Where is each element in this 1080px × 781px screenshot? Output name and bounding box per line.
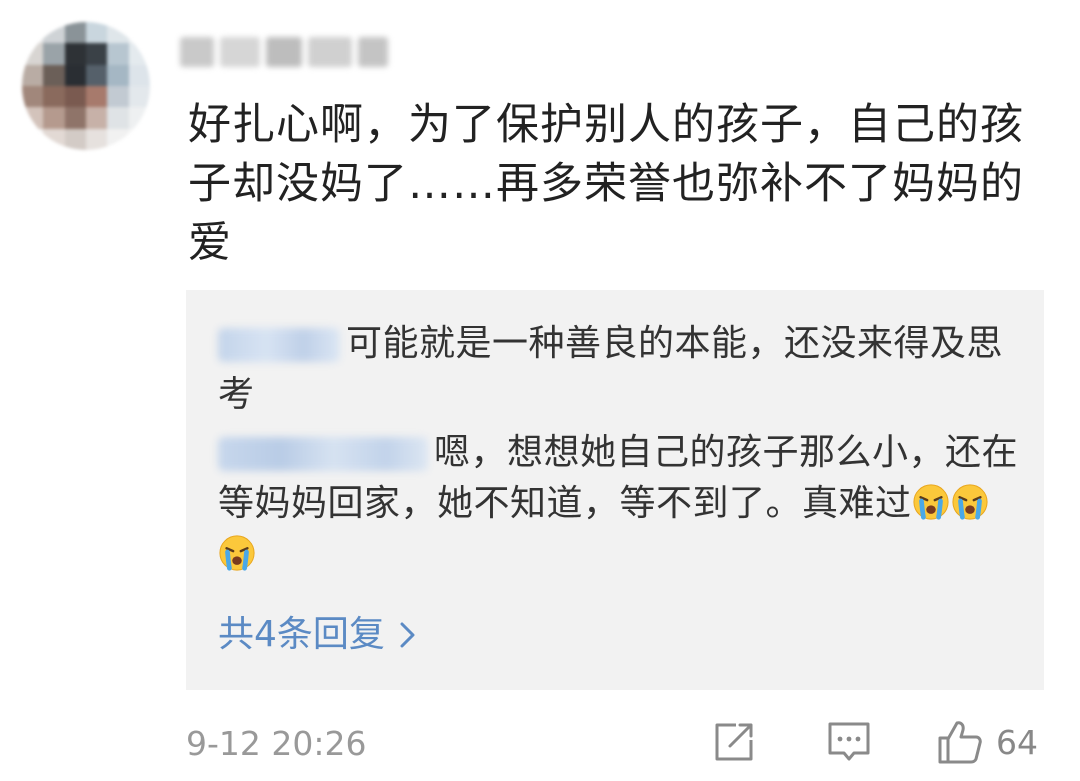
reply-item: 可能就是一种善良的本能，还没来得及思考 (218, 318, 1018, 420)
username-blurred[interactable] (180, 26, 400, 78)
comment-text: 好扎心啊，为了保护别人的孩子，自己的孩子却没妈了……再多荣誉也弥补不了妈妈的爱 (188, 100, 1024, 268)
share-button[interactable] (712, 716, 756, 768)
like-count: 64 (996, 722, 1038, 762)
crying-face-icon (219, 535, 255, 571)
thumbs-up-icon (938, 721, 982, 764)
crying-face-icon (951, 484, 988, 520)
more-replies-label: 共4条回复 (218, 614, 385, 655)
avatar[interactable] (22, 22, 150, 150)
chevron-right-icon (400, 622, 415, 648)
timestamp: 9-12 20:26 (186, 724, 367, 763)
crying-face-icon (912, 484, 949, 520)
reply-username-blurred[interactable] (218, 328, 340, 362)
comment-icon (828, 722, 870, 761)
reply-username-blurred[interactable] (218, 437, 428, 471)
comment-screen: 好扎心啊，为了保护别人的孩子，自己的孩子却没妈了……再多荣誉也弥补不了妈妈的爱 … (0, 0, 1080, 781)
share-icon (715, 723, 753, 761)
view-all-replies-link[interactable]: 共4条回复 (218, 610, 417, 660)
reply-item: 嗯，想想她自己的孩子那么小，还在等妈妈回家，她不知道，等不到了。真难过 (218, 427, 1018, 580)
replies-preview[interactable]: 可能就是一种善良的本能，还没来得及思考 嗯，想想她自己的孩子那么小，还在等妈妈回… (186, 290, 1044, 690)
comment-button[interactable] (826, 716, 872, 768)
like-button[interactable]: 64 (936, 716, 1038, 768)
